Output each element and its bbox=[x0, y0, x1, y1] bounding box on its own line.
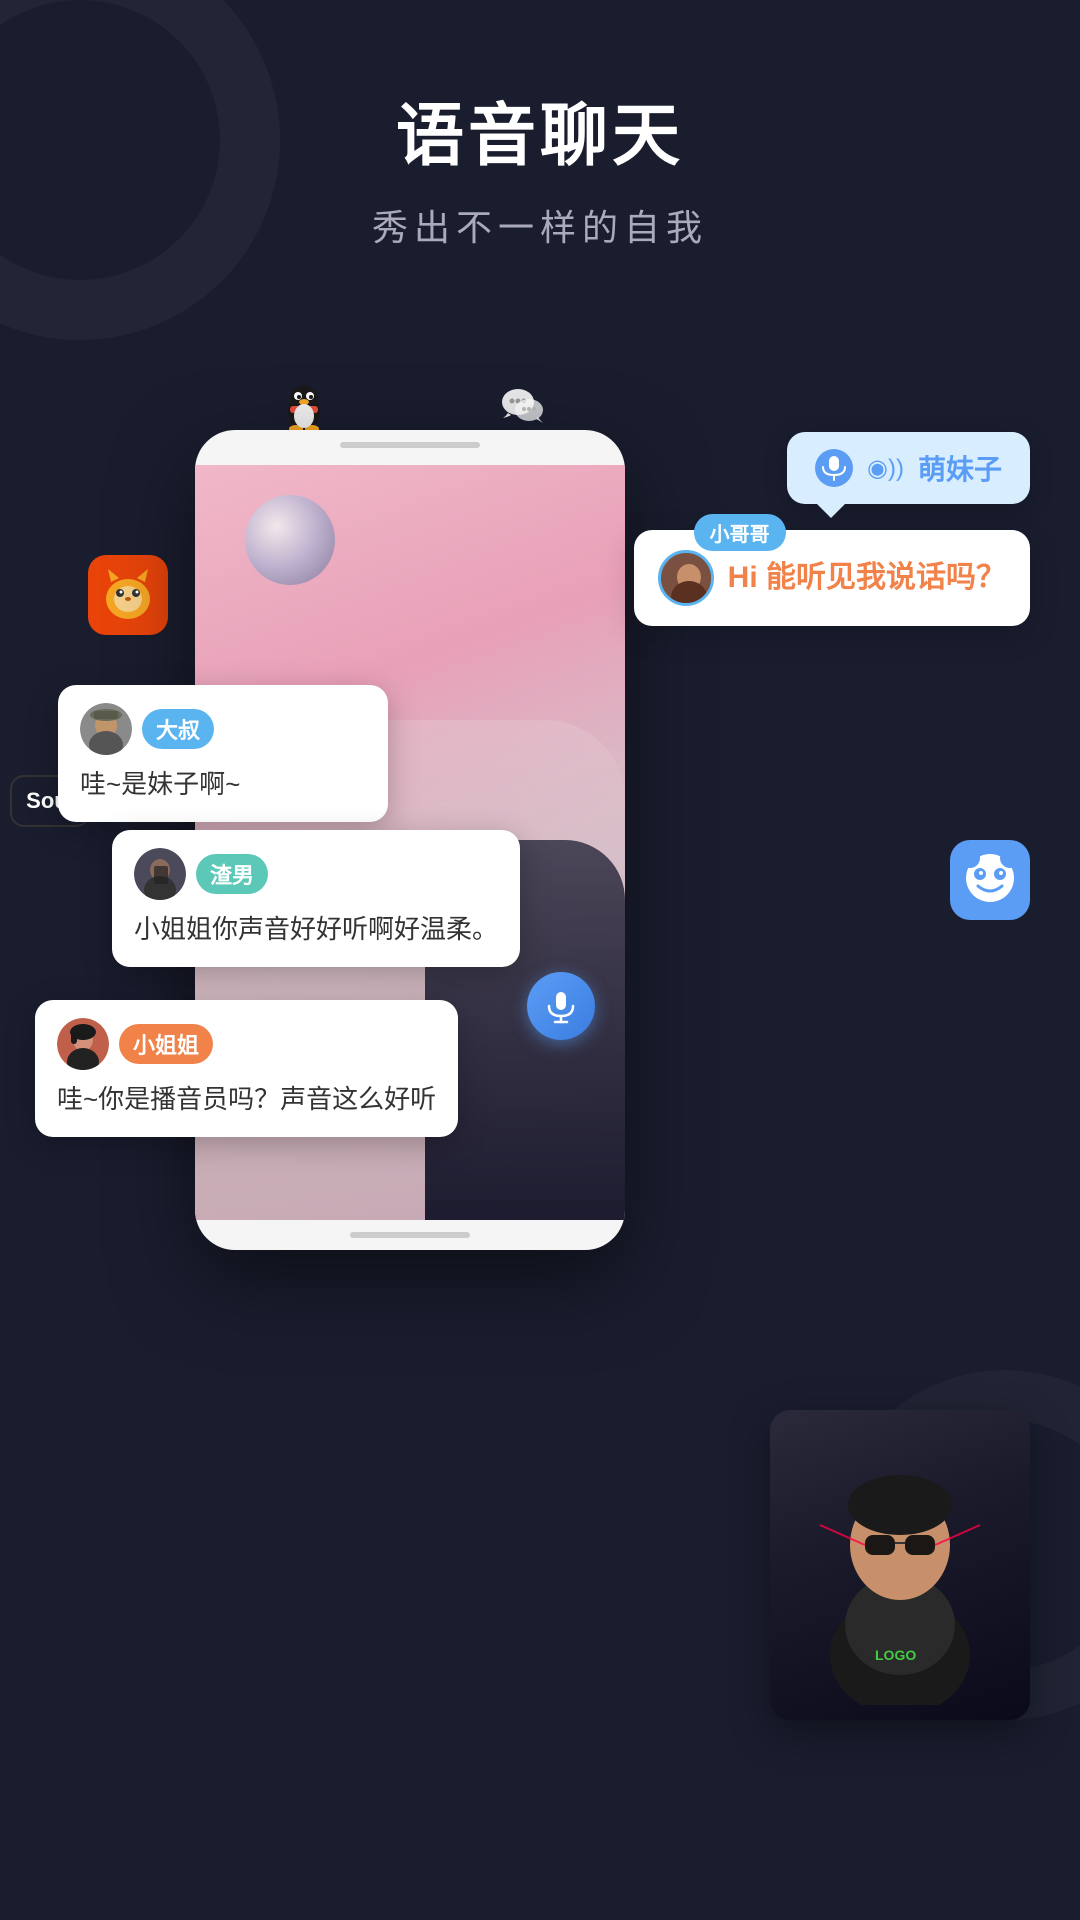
hi-message-text: Hi 能听见我说话吗？ bbox=[728, 557, 1006, 599]
voice-indicator-bubble: ◉)) 萌妹子 bbox=[787, 432, 1030, 504]
phone-home-bar bbox=[350, 1232, 470, 1238]
mic-icon bbox=[815, 449, 853, 487]
scum-bubble-header: 渣男 bbox=[134, 848, 498, 900]
sound-wave-icon: ◉)) bbox=[867, 454, 904, 483]
guy-photo: LOGO bbox=[770, 1410, 1030, 1720]
scum-tag: 渣男 bbox=[196, 854, 268, 894]
guy-illustration: LOGO bbox=[790, 1425, 1010, 1705]
svg-text:LOGO: LOGO bbox=[875, 1647, 916, 1663]
uncle-tag: 大叔 bbox=[142, 709, 214, 749]
main-title: 语音聊天 bbox=[0, 80, 1080, 179]
xiao-gege-avatar bbox=[658, 550, 714, 606]
scum-message-bubble: 渣男 小姐姐你声音好好听啊好温柔。 bbox=[112, 830, 520, 967]
xiaojiejie-message-text: 哇~你是播音员吗？声音这么好听 bbox=[57, 1080, 436, 1119]
uncle-message-bubble: 大叔 哇~是妹子啊~ bbox=[58, 685, 388, 822]
guy-photo-inner: LOGO bbox=[770, 1410, 1030, 1720]
xiaojiejie-tag: 小姐姐 bbox=[119, 1024, 213, 1064]
phone-notch bbox=[340, 442, 480, 448]
title-section: 语音聊天 秀出不一样的自我 bbox=[0, 80, 1080, 251]
xiaojiejie-bubble-header: 小姐姐 bbox=[57, 1018, 436, 1070]
tangerine-icon bbox=[88, 555, 168, 635]
uncle-avatar bbox=[80, 703, 132, 755]
disco-ball bbox=[245, 495, 335, 585]
sub-title: 秀出不一样的自我 bbox=[0, 199, 1080, 251]
mic-button-phone[interactable] bbox=[527, 972, 595, 1040]
xiao-gege-tag: 小哥哥 bbox=[694, 514, 786, 551]
xiaojiejie-avatar bbox=[57, 1018, 109, 1070]
hi-message-bubble: 小哥哥 Hi 能听见我说话吗？ bbox=[634, 530, 1030, 626]
xiaojiejie-message-bubble: 小姐姐 哇~你是播音员吗？声音这么好听 bbox=[35, 1000, 458, 1137]
uncle-message-text: 哇~是妹子啊~ bbox=[80, 765, 366, 804]
uncle-bubble-header: 大叔 bbox=[80, 703, 366, 755]
voice-user-tag: 萌妹子 bbox=[918, 448, 1002, 488]
scum-message-text: 小姐姐你声音好好听啊好温柔。 bbox=[134, 910, 498, 949]
popo-icon bbox=[950, 840, 1030, 920]
scum-avatar bbox=[134, 848, 186, 900]
